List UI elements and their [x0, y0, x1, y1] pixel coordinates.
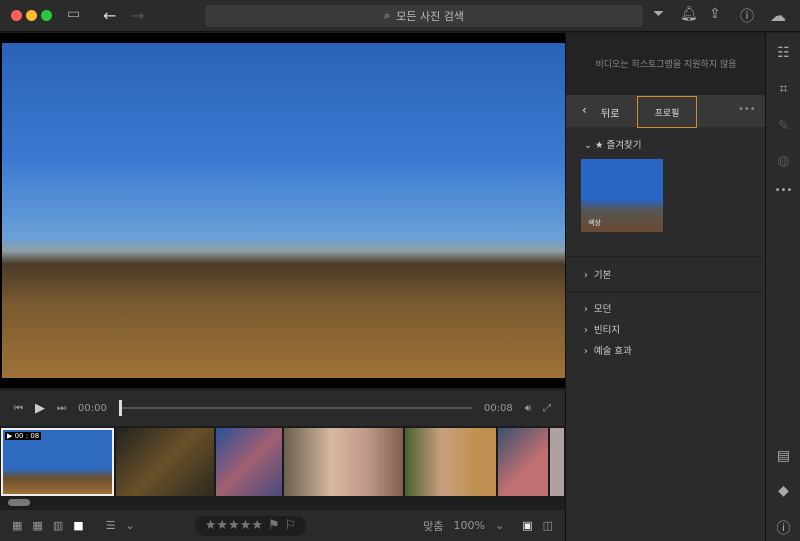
help-icon[interactable]: ⓘ: [740, 6, 754, 26]
fit-label[interactable]: 맞춤: [423, 518, 443, 534]
flag-reject-icon[interactable]: ⚐: [285, 518, 297, 533]
back-chevron-icon[interactable]: ‹: [582, 103, 587, 117]
search-icon: ⌕: [384, 9, 391, 22]
more-icon[interactable]: •••: [738, 104, 756, 115]
grid-icon[interactable]: ▦: [32, 519, 42, 532]
mask-icon[interactable]: ◍: [766, 153, 800, 169]
zoom-level[interactable]: 100%: [454, 519, 485, 532]
maximize-window-button[interactable]: [41, 10, 52, 21]
search-input[interactable]: ⌕ 모든 사진 검색: [205, 5, 643, 27]
profile-thumb-label: 색상: [588, 219, 601, 227]
scrubber[interactable]: [118, 400, 472, 416]
profile-thumb[interactable]: 색상: [581, 159, 663, 232]
minimize-window-button[interactable]: [26, 10, 37, 21]
share-icon[interactable]: ⇪: [709, 6, 721, 22]
filmstrip-thumb[interactable]: [405, 428, 497, 496]
rating-control[interactable]: ★★★★★ ⚑ ⚐: [194, 515, 307, 536]
tool-strip: ☷ ⌗ ✎ ◍ ••• ▤ ◆ ⓘ: [765, 33, 800, 541]
prev-frame-icon[interactable]: ⏮: [14, 403, 23, 414]
filmstrip-toggle-icon[interactable]: ▣: [522, 519, 532, 532]
group-modern[interactable]: › 모던: [584, 301, 611, 315]
filmstrip-thumb[interactable]: [216, 428, 282, 496]
profile-header: ‹ 뒤로 프로필 •••: [566, 95, 766, 128]
filmstrip-scrollbar[interactable]: [0, 497, 565, 509]
edit-sliders-icon[interactable]: ☷: [766, 45, 800, 61]
sidebar-toggle-icon[interactable]: ▭: [67, 6, 80, 22]
favorites-section[interactable]: ⌄ ★ 즐겨찾기: [584, 137, 642, 151]
filmstrip-thumb[interactable]: [550, 428, 564, 496]
before-after-icon[interactable]: ◫: [543, 519, 553, 532]
sort-icon[interactable]: ☰: [106, 519, 116, 532]
filmstrip-thumb-selected[interactable]: ▶ 00 : 08: [1, 428, 115, 496]
current-time: 00:00: [78, 402, 107, 414]
filmstrip-thumb[interactable]: [116, 428, 215, 496]
detail-view-icon[interactable]: ■: [73, 519, 83, 532]
group-basic[interactable]: › 기본: [584, 267, 611, 281]
bell-icon[interactable]: 🔔︎: [680, 6, 698, 22]
video-duration-badge: ▶ 00 : 08: [5, 432, 42, 440]
healing-icon[interactable]: ✎: [766, 118, 800, 134]
chevron-down-icon[interactable]: ⌄: [126, 519, 135, 532]
histogram-message: 비디오는 히스토그램을 지원하지 않음: [566, 33, 766, 95]
flag-pick-icon[interactable]: ⚑: [268, 518, 280, 533]
play-button[interactable]: ▶: [35, 401, 45, 416]
search-placeholder: 모든 사진 검색: [396, 10, 464, 23]
bottom-toolbar: ▦ ▦ ▥ ■ ☰ ⌄ ★★★★★ ⚑ ⚐ 맞춤 100% ⌄ ▣ ◫: [0, 510, 565, 541]
end-time: 00:08: [483, 402, 513, 414]
square-grid-icon[interactable]: ▦: [12, 519, 22, 532]
star-rating[interactable]: ★★★★★: [205, 518, 263, 533]
playback-controls: ⏮ ▶ ⏭ 00:00 00:08 🔊︎ ⤢: [0, 390, 565, 426]
compare-view-icon[interactable]: ▥: [53, 519, 63, 532]
title-bar: ▭ ← → ⌕ 모든 사진 검색 ⏷ 🔔︎ ⇪ ⓘ ☁: [0, 0, 800, 32]
favorites-label: 즐겨찾기: [606, 140, 642, 151]
zoom-chevron-icon[interactable]: ⌄: [495, 519, 504, 532]
close-window-button[interactable]: [11, 10, 22, 21]
forward-arrow-icon[interactable]: →: [131, 6, 144, 25]
next-frame-icon[interactable]: ⏭: [57, 403, 66, 414]
info-icon[interactable]: ⓘ: [766, 518, 800, 538]
filmstrip: ▶ 00 : 08: [0, 427, 565, 497]
filmstrip-thumb[interactable]: [284, 428, 404, 496]
back-button[interactable]: 뒤로: [601, 105, 619, 120]
more-tools-icon[interactable]: •••: [766, 185, 800, 196]
cloud-icon[interactable]: ☁: [770, 6, 786, 25]
volume-icon[interactable]: 🔊︎: [525, 403, 531, 414]
group-vintage[interactable]: › 빈티지: [584, 322, 620, 336]
profile-panel: 비디오는 히스토그램을 지원하지 않음 ‹ 뒤로 프로필 ••• ⌄ ★ 즐겨찾…: [565, 33, 766, 541]
tag-icon[interactable]: ◆: [766, 483, 800, 499]
filmstrip-thumb[interactable]: [498, 428, 549, 496]
back-arrow-icon[interactable]: ←: [103, 6, 116, 25]
group-artistic[interactable]: › 예술 효과: [584, 343, 632, 357]
fullscreen-icon[interactable]: ⤢: [543, 403, 551, 414]
filter-icon[interactable]: ⏷: [653, 6, 664, 22]
profile-tab[interactable]: 프로필: [637, 96, 697, 128]
crop-icon[interactable]: ⌗: [766, 81, 800, 97]
comment-icon[interactable]: ▤: [766, 448, 800, 464]
video-frame: [2, 43, 565, 378]
